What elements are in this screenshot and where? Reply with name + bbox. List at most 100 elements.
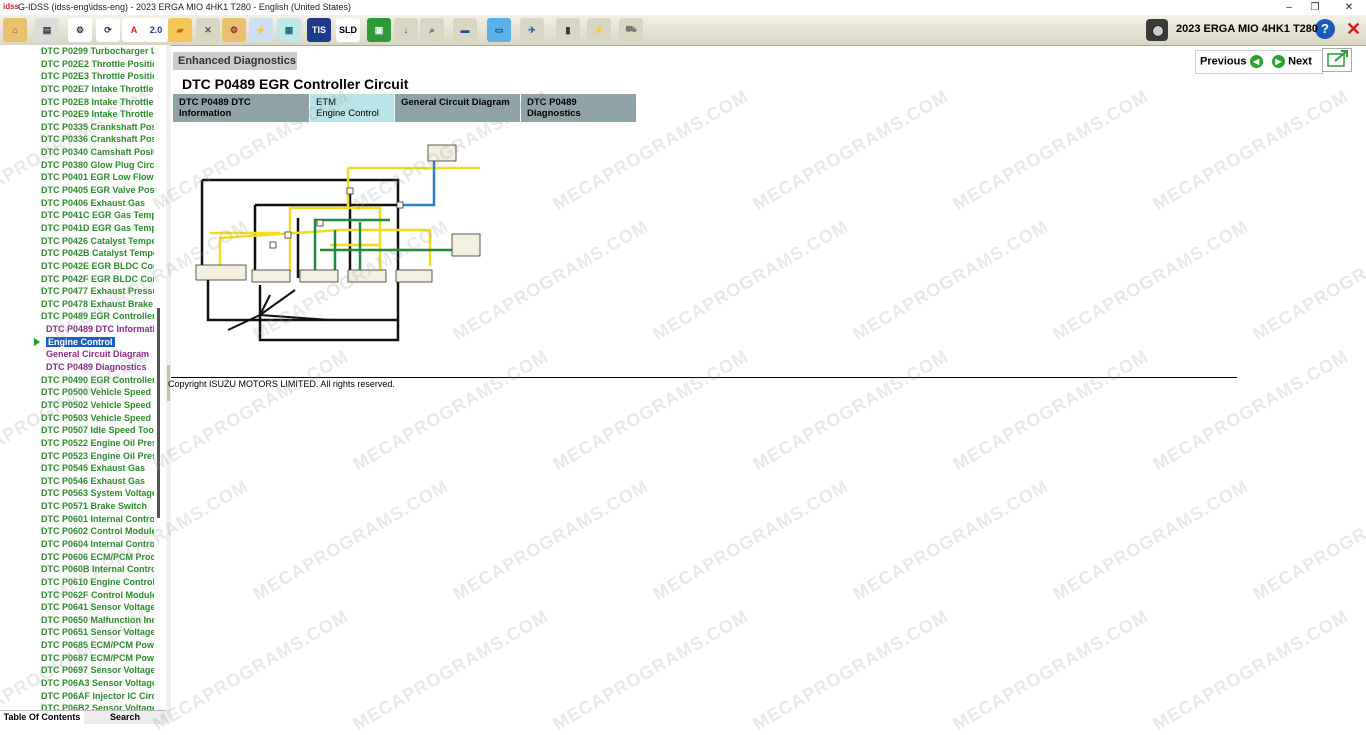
tab-general-circuit-diagram[interactable]: General Circuit Diagram — [395, 94, 521, 122]
toc-item[interactable]: DTC P0489 EGR Controller Circuit — [0, 310, 154, 323]
toc-item[interactable]: DTC P042F EGR BLDC Control — [0, 273, 154, 286]
toc-item[interactable]: DTC P0507 Idle Speed Too High — [0, 424, 154, 437]
toc-item[interactable]: DTC P0546 Exhaust Gas — [0, 475, 154, 488]
flash-icon[interactable]: ⚡ — [587, 18, 611, 42]
toc-item[interactable]: DTC P0478 Exhaust Brake — [0, 298, 154, 311]
tab-engine-control[interactable]: ETM Engine Control — [310, 94, 395, 122]
toc-item-label: DTC P0502 Vehicle Speed — [41, 399, 152, 410]
toc-item[interactable]: DTC P0477 Exhaust Pressure — [0, 285, 154, 298]
toc-item[interactable]: DTC P0490 EGR Controller Circuit — [0, 374, 154, 387]
toc-item[interactable]: DTC P062F Control Module — [0, 589, 154, 602]
toc-subitem[interactable]: DTC P0489 DTC Information — [0, 323, 154, 336]
tis-icon[interactable]: TIS — [307, 18, 331, 42]
book-icon[interactable]: ▤ — [35, 18, 59, 42]
printer-icon[interactable]: ▬ — [453, 18, 477, 42]
tab-dtc-diagnostics[interactable]: DTC P0489 Diagnostics — [521, 94, 637, 122]
toc-item[interactable]: DTC P041D EGR Gas Temperature — [0, 222, 154, 235]
toc-item[interactable]: DTC P0340 Camshaft Position — [0, 146, 154, 159]
toc-item[interactable]: DTC P0571 Brake Switch — [0, 500, 154, 513]
toc-item[interactable]: DTC P0563 System Voltage — [0, 487, 154, 500]
watermark-text: MECAPROGRAMS.COM — [549, 345, 752, 475]
toc-item[interactable]: DTC P0650 Malfunction Indicator — [0, 614, 154, 627]
sld-icon[interactable]: SLD — [336, 18, 360, 42]
toc-item[interactable]: DTC P0523 Engine Oil Pressure — [0, 450, 154, 463]
toc-item[interactable]: DTC P0426 Catalyst Temperature — [0, 235, 154, 248]
refresh-icon[interactable]: ⟳ — [96, 18, 120, 42]
probe-icon[interactable]: ↓ — [394, 18, 418, 42]
toc-item[interactable]: DTC P0697 Sensor Voltage — [0, 664, 154, 677]
close-vehicle-icon[interactable]: ✕ — [1346, 19, 1364, 39]
link-icon[interactable]: ⚙ — [68, 18, 92, 42]
truck-icon[interactable]: ⛟ — [619, 18, 643, 42]
toc-item-label: DTC P0523 Engine Oil Pressure — [41, 450, 154, 461]
plane-icon[interactable]: ✈ — [520, 18, 544, 42]
toc-item[interactable]: DTC P0299 Turbocharger Underboost — [0, 45, 154, 58]
camera-icon[interactable] — [1146, 19, 1168, 41]
toc-item[interactable]: DTC P042E EGR BLDC Control — [0, 260, 154, 273]
toc-item[interactable]: DTC P0502 Vehicle Speed — [0, 399, 154, 412]
cps-icon[interactable]: 2.0 — [144, 18, 168, 42]
toc-subitem[interactable]: DTC P0489 Diagnostics — [0, 361, 154, 374]
toc-item[interactable]: DTC P06A3 Sensor Voltage — [0, 677, 154, 690]
diagnostic-icon[interactable]: ⚡ — [249, 18, 273, 42]
toc-item-label: DTC P06A3 Sensor Voltage — [41, 678, 154, 689]
home-icon[interactable]: ⌂ — [3, 18, 27, 42]
toc-item[interactable]: DTC P06AF Injector IC Circuit — [0, 690, 154, 703]
toc-item[interactable]: DTC P0687 ECM/PCM Power — [0, 652, 154, 665]
maximize-button[interactable]: ❐ — [1302, 0, 1328, 15]
toc-item[interactable]: DTC P042B Catalyst Temperature — [0, 247, 154, 260]
toc-item[interactable]: DTC P02E3 Throttle Position — [0, 70, 154, 83]
toc-item[interactable]: DTC P0401 EGR Low Flow — [0, 171, 154, 184]
toc-item[interactable]: DTC P060B Internal Control — [0, 563, 154, 576]
tab-table-of-contents[interactable]: Table Of Contents — [0, 711, 84, 724]
previous-button[interactable]: Previous ◀ — [1200, 55, 1263, 68]
toc-item[interactable]: DTC P02E9 Intake Throttle — [0, 108, 154, 121]
phone-icon[interactable]: ▮ — [556, 18, 580, 42]
folder-icon[interactable]: ▰ — [168, 18, 192, 42]
toc-item[interactable]: DTC P0503 Vehicle Speed — [0, 412, 154, 425]
toc-item[interactable]: DTC P0606 ECM/PCM Processor — [0, 551, 154, 564]
close-button[interactable]: ✕ — [1336, 0, 1362, 15]
toc-item[interactable]: DTC P0545 Exhaust Gas — [0, 462, 154, 475]
previous-arrow-icon: ◀ — [1249, 55, 1263, 68]
toc-item[interactable]: DTC P0406 Exhaust Gas — [0, 197, 154, 210]
toc-subitem[interactable]: General Circuit Diagram — [0, 348, 154, 361]
watermark-text: MECAPROGRAMS.COM — [1249, 475, 1366, 605]
popout-button[interactable] — [1322, 48, 1352, 72]
toc-item[interactable]: DTC P02E2 Throttle Position — [0, 58, 154, 71]
toc-item[interactable]: DTC P0685 ECM/PCM Power — [0, 639, 154, 652]
tab-search[interactable]: Search — [84, 711, 166, 724]
toc-subitem[interactable]: Engine Control — [0, 336, 154, 349]
toc-item[interactable]: DTC P02E7 Intake Throttle — [0, 83, 154, 96]
toc-item[interactable]: DTC P02E8 Intake Throttle — [0, 96, 154, 109]
pdf-icon[interactable]: A — [122, 18, 146, 42]
toc-item[interactable]: DTC P0522 Engine Oil Pressure — [0, 437, 154, 450]
calculator-icon[interactable]: ▣ — [367, 18, 391, 42]
window-title: G-IDSS (idss-eng\idss-eng) - 2023 ERGA M… — [18, 2, 351, 12]
toc-item[interactable]: DTC P0601 Internal Control — [0, 513, 154, 526]
sidebar-scrollbar[interactable] — [157, 308, 160, 518]
toc-item[interactable]: DTC P0336 Crankshaft Position — [0, 133, 154, 146]
engine-icon[interactable]: ⚙ — [222, 18, 246, 42]
toc-item[interactable]: DTC P041C EGR Gas Temperature — [0, 209, 154, 222]
toc-item[interactable]: DTC P0610 Engine Control — [0, 576, 154, 589]
minimize-button[interactable]: – — [1276, 0, 1302, 15]
toc-item[interactable]: DTC P0335 Crankshaft Position — [0, 121, 154, 134]
laptop-icon[interactable]: ▭ — [487, 18, 511, 42]
toc-item[interactable]: DTC P0500 Vehicle Speed — [0, 386, 154, 399]
watermark-text: MECAPROGRAMS.COM — [949, 85, 1152, 215]
toc-item[interactable]: DTC P0405 EGR Valve Position — [0, 184, 154, 197]
toc-item-label: DTC P0401 EGR Low Flow — [41, 172, 154, 183]
toc-item-label: DTC P0489 DTC Information — [46, 324, 154, 335]
toc-item[interactable]: DTC P0604 Internal Control — [0, 538, 154, 551]
toc-item[interactable]: DTC P0641 Sensor Voltage — [0, 601, 154, 614]
toc-item[interactable]: DTC P0380 Glow Plug Circuit — [0, 159, 154, 172]
wiring-diagram[interactable] — [190, 140, 485, 345]
monitor-icon[interactable]: ▦ — [277, 18, 301, 42]
tab-dtc-information[interactable]: DTC P0489 DTC Information — [173, 94, 310, 122]
tools-icon[interactable]: ✕ — [196, 18, 220, 42]
magnifier-icon[interactable]: ⌕ — [420, 18, 444, 42]
toc-item[interactable]: DTC P0602 Control Module — [0, 525, 154, 538]
toc-item[interactable]: DTC P0651 Sensor Voltage — [0, 626, 154, 639]
next-button[interactable]: ▶ Next — [1272, 55, 1312, 68]
